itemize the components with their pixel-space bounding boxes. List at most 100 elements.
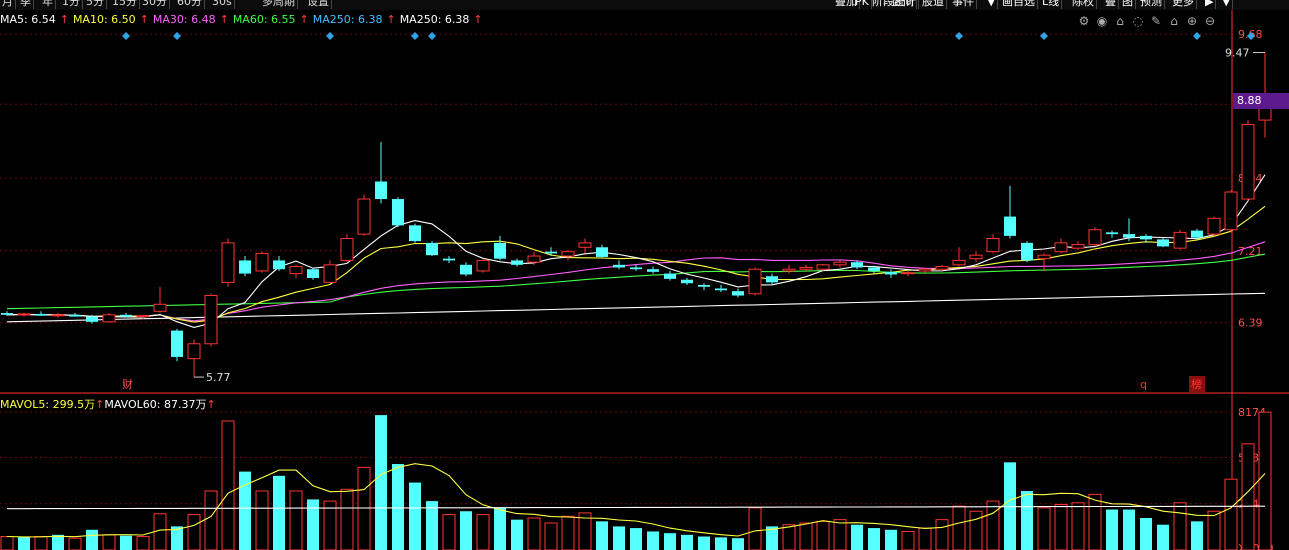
ma250-line xyxy=(6,292,1266,323)
candle-body-up xyxy=(221,242,235,283)
candle-body-down xyxy=(868,267,880,271)
volume-bar-down xyxy=(613,526,625,550)
volume-bar-up xyxy=(0,536,14,550)
toolbar-item-2[interactable]: 年 xyxy=(40,0,56,9)
candle-body-down xyxy=(681,279,693,284)
toolbar-right-item-6[interactable]: ▼ xyxy=(985,0,999,9)
ma-legend: MA5: 6.54 ↑ MA10: 6.50 ↑ MA30: 6.48 ↑ MA60: 6.… xyxy=(0,13,487,27)
toolbar-right-item-7[interactable]: 画自选 xyxy=(1000,0,1038,9)
toolbar-item-6[interactable]: 30分 xyxy=(140,0,170,9)
candle-body-down xyxy=(1157,239,1169,247)
candle-body-down xyxy=(375,181,387,200)
candle-body-up xyxy=(136,315,150,318)
candle-body-up xyxy=(1071,244,1085,249)
eye-icon[interactable]: ◉ xyxy=(1093,13,1111,29)
candle-body-up xyxy=(1224,191,1238,231)
toolbar-item-4[interactable]: 5分 xyxy=(84,0,107,9)
event-marker-label: 榜 xyxy=(1191,377,1202,391)
event-marker-label: q xyxy=(1140,378,1147,391)
toolbar-right-item-14[interactable]: ▶ xyxy=(1203,0,1217,9)
volume-bar-down xyxy=(273,475,285,550)
volume-bar-up xyxy=(952,505,966,550)
zoom-in-icon[interactable]: ⊕ xyxy=(1183,13,1201,29)
toolbar-item-7[interactable]: 60分 xyxy=(175,0,205,9)
volume-bar-up xyxy=(1071,502,1085,550)
lock-icon[interactable]: ⌂ xyxy=(1111,13,1129,29)
settings-icon[interactable]: ⚙ xyxy=(1075,13,1093,29)
volume-bar-down xyxy=(1123,509,1135,550)
candle-body-up xyxy=(782,268,796,272)
stock-chart[interactable]: 9.688.888.047.216.39817454882744X10009.4… xyxy=(0,0,1289,550)
toolbar-right-item-4[interactable]: 股道 xyxy=(920,0,947,9)
candle-body-up xyxy=(51,314,65,317)
toolbar-item-1[interactable]: 季 xyxy=(18,0,34,9)
volume-bar-up xyxy=(1207,510,1221,550)
volume-bar-up xyxy=(1088,493,1102,550)
volume-bar-down xyxy=(511,519,523,550)
toolbar-right-item-5[interactable]: 事件 xyxy=(950,0,977,9)
toolbar-item-8[interactable]: 30s xyxy=(210,0,235,9)
volume-bar-up xyxy=(935,519,949,550)
candle-body-up xyxy=(935,266,949,270)
candle-body-down xyxy=(596,247,608,257)
ma-legend-item: MA5: 6.54 xyxy=(0,13,56,26)
ma-legend-item: MA250: 6.38 xyxy=(399,13,470,26)
toolbar-right-item-3[interactable]: 区间 xyxy=(890,0,917,9)
high-label: 9.47 xyxy=(1225,47,1250,60)
candle-body-up xyxy=(561,251,575,257)
zoom-out-icon[interactable]: ⊖ xyxy=(1201,13,1219,29)
toolbar-item-0[interactable]: 月 xyxy=(0,0,16,9)
candle-body-down xyxy=(69,314,81,317)
volume-bar-down xyxy=(1157,524,1169,550)
candle-body-up xyxy=(1241,123,1255,200)
up-arrow-icon: ↑ xyxy=(59,13,69,26)
volume-bar-up xyxy=(442,514,456,550)
volume-bar-up xyxy=(340,488,354,550)
event-diamond-icon xyxy=(326,32,334,40)
toolbar-item-3[interactable]: 1分 xyxy=(60,0,83,9)
toolbar-right-item-12[interactable]: 预测 xyxy=(1138,0,1165,9)
ma-legend-item: MA30: 6.48 xyxy=(152,13,216,26)
volume-bar-up xyxy=(1054,503,1068,550)
volume-bar-up xyxy=(544,522,558,550)
alarm-icon[interactable]: ◌ xyxy=(1129,13,1147,29)
toolbar-right-item-9[interactable]: 除权 xyxy=(1070,0,1097,9)
candle-body-up xyxy=(833,261,847,266)
chart-tool-icons: ⚙ ◉ ⌂ ◌ ✎ ⌂ ⊕ ⊖ xyxy=(1075,13,1219,29)
toolbar-right-item-11[interactable]: 图 xyxy=(1120,0,1136,9)
candle-body-up xyxy=(1173,231,1187,249)
candle-body-up xyxy=(969,254,983,260)
home-icon[interactable]: ⌂ xyxy=(1165,13,1183,29)
volume-bar-down xyxy=(596,521,608,550)
event-diamond-icon xyxy=(173,32,181,40)
candle-body-up xyxy=(578,242,592,248)
brush-icon[interactable]: ✎ xyxy=(1147,13,1165,29)
volume-bar-up xyxy=(901,530,915,550)
toolbar-right-item-10[interactable]: 叠 xyxy=(1103,0,1119,9)
candle-body-down xyxy=(851,262,863,268)
volume-bar-down xyxy=(409,482,421,550)
candle-body-down xyxy=(647,269,659,272)
toolbar-right-item-8[interactable]: L线 xyxy=(1040,0,1063,9)
toolbar-item-5[interactable]: 15分 xyxy=(110,0,140,9)
candle-body-down xyxy=(698,284,710,287)
candle-body-down xyxy=(664,273,676,279)
candle-body-down xyxy=(426,242,438,256)
candle-body-down xyxy=(1140,235,1152,240)
candle-body-down xyxy=(171,330,183,357)
toolbar-item-9[interactable]: 多周期 xyxy=(260,0,298,9)
volume-bar-down xyxy=(885,529,897,550)
volume-bar-down xyxy=(120,535,132,550)
candle-body-up xyxy=(986,238,1000,253)
event-diamond-icon xyxy=(122,32,130,40)
toolbar-right-item-15[interactable]: ▼ xyxy=(1220,0,1234,9)
candle-body-up xyxy=(357,198,371,235)
candle-body-down xyxy=(443,258,455,261)
toolbar-item-10[interactable]: 设置 xyxy=(305,0,332,9)
low-label: 5.77 xyxy=(206,371,231,384)
volume-bar-down xyxy=(647,531,659,550)
volume-bar-down xyxy=(460,511,472,550)
toolbar-right-item-13[interactable]: 更多 xyxy=(1170,0,1197,9)
volume-legend: MAVOL5: 299.5万↑MAVOL60: 87.37万↑ xyxy=(0,398,216,412)
candle-body-down xyxy=(715,288,727,291)
